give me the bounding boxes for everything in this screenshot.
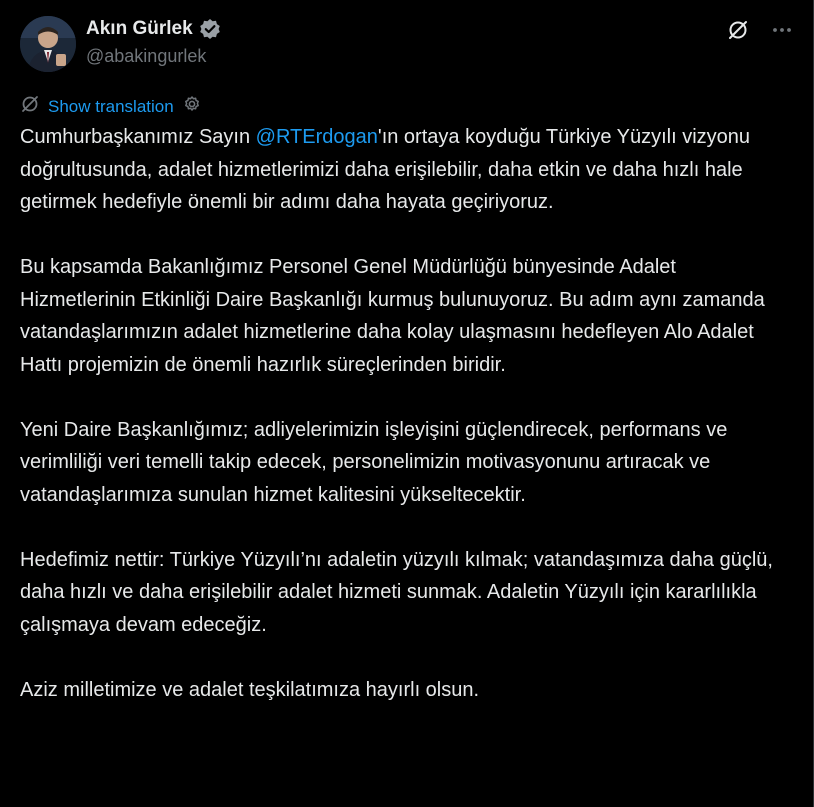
mention-link[interactable]: @RTErdogan — [256, 126, 378, 148]
grok-translate-icon — [20, 94, 40, 119]
tweet-paragraph-1: Cumhurbaşkanımız Sayın @RTErdogan'ın ort… — [20, 121, 790, 219]
grok-icon[interactable] — [726, 18, 750, 42]
tweet-header: Akın Gürlek @abakingurlek — [20, 14, 794, 74]
user-handle[interactable]: @abakingurlek — [86, 46, 206, 67]
tweet-paragraph-5: Aziz milletimize ve adalet teşkilatımıza… — [20, 678, 480, 701]
tweet-paragraph-4: Hedefimiz nettir: Türkiye Yüzyılı’nı ada… — [20, 548, 779, 636]
tweet-text: Cumhurbaşkanımız Sayın @RTErdogan'ın ort… — [20, 121, 790, 739]
avatar[interactable] — [20, 16, 76, 72]
tweet-paragraph-3: Yeni Daire Başkanlığımız; adliyelerimizi… — [20, 418, 733, 506]
gear-icon[interactable] — [182, 94, 202, 119]
verified-badge-icon[interactable] — [199, 18, 221, 40]
tweet-text-p1-pre: Cumhurbaşkanımız Sayın — [20, 126, 256, 148]
tweet-paragraph-2: Bu kapsamda Bakanlığımız Personel Genel … — [20, 256, 771, 376]
more-icon[interactable] — [770, 18, 794, 42]
translation-bar: Show translation — [20, 94, 202, 119]
display-name[interactable]: Akın Gürlek — [86, 18, 193, 40]
show-translation-link[interactable]: Show translation — [48, 97, 174, 117]
